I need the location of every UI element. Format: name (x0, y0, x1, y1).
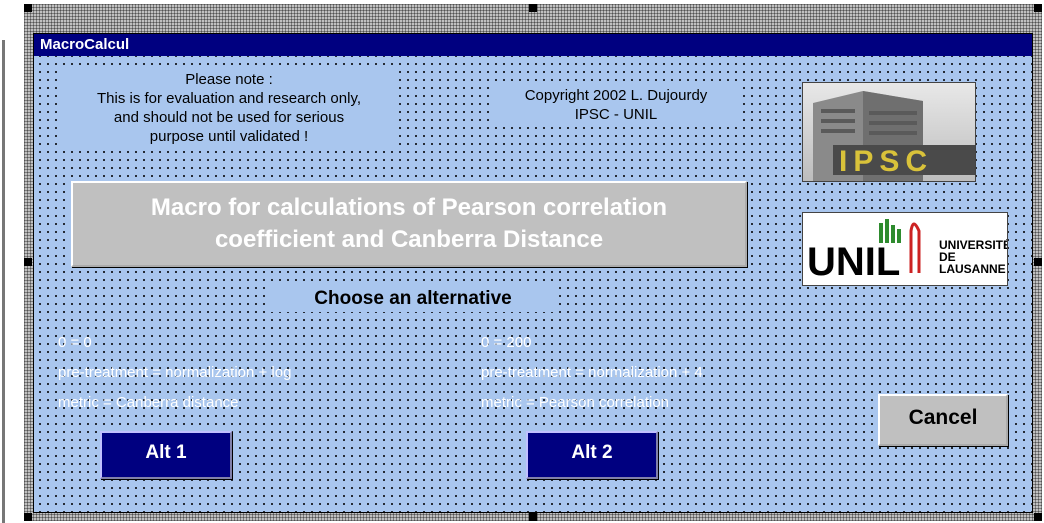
ipsc-logo: IPSC (802, 82, 976, 182)
ruler-bar (2, 40, 5, 523)
alt2-description: 0 = 200 pre-treatment = normalization + … (481, 328, 703, 418)
alt1-description-line: pre-treatment = normalization + log (58, 364, 292, 381)
resize-handle-top-middle[interactable] (529, 4, 537, 12)
banner-line: Macro for calculations of Pearson correl… (150, 194, 668, 221)
alt1-description: 0 = 0 pre-treatment = normalization + lo… (58, 328, 291, 418)
resize-handle-bottom-left[interactable] (24, 513, 32, 521)
title-banner: Macro for calculations of Pearson correl… (71, 181, 747, 267)
ipsc-building-logo-icon: IPSC (803, 83, 975, 181)
resize-handle-bottom-right[interactable] (1034, 513, 1042, 521)
alt1-description-line: metric = Canberra distance (58, 394, 239, 411)
unil-logo: UNIL UNIVERSITÉ DE LAUSANNE (802, 212, 1008, 286)
note-line: This is for evaluation and research only… (96, 90, 362, 107)
unil-logo-mark: UNIL (807, 240, 900, 284)
resize-handle-top-right[interactable] (1034, 4, 1042, 12)
resize-handle-bottom-middle[interactable] (529, 513, 537, 521)
copyright-line: IPSC - UNIL (574, 106, 658, 123)
note-line: purpose until validated ! (149, 128, 309, 145)
cancel-button[interactable]: Cancel (878, 394, 1008, 446)
copyright-line: Copyright 2002 L. Dujourdy (524, 87, 708, 104)
alt2-description-line: metric = Pearson correlation (481, 394, 669, 411)
alt2-description-line: 0 = 200 (481, 334, 532, 351)
unil-logo-line: LAUSANNE (939, 262, 1006, 276)
resize-handle-middle-right[interactable] (1034, 258, 1042, 266)
form-titlebar[interactable]: MacroCalcul (34, 34, 1032, 56)
note-line: Please note : (185, 71, 273, 88)
left-ruler (0, 0, 8, 523)
alt1-description-line: 0 = 0 (58, 334, 92, 351)
alt1-button[interactable]: Alt 1 (100, 431, 232, 479)
choose-alternative-label: Choose an alternative (268, 286, 558, 312)
alt2-description-line: pre-treatment = normalization + 4 (481, 364, 703, 381)
banner-line: coefficient and Canberra Distance (214, 226, 604, 253)
note-line: and should not be used for serious (113, 109, 345, 126)
macrocalcul-form: MacroCalcul Please note : This is for ev… (33, 33, 1033, 513)
alt2-button[interactable]: Alt 2 (526, 431, 658, 479)
unil-logo-icon: UNIL UNIVERSITÉ DE LAUSANNE (803, 213, 1007, 285)
resize-handle-middle-left[interactable] (24, 258, 32, 266)
resize-handle-top-left[interactable] (24, 4, 32, 12)
evaluation-note: Please note : This is for evaluation and… (62, 70, 396, 150)
ipsc-logo-text: IPSC (839, 145, 933, 178)
copyright-label: Copyright 2002 L. Dujourdy IPSC - UNIL (492, 86, 740, 126)
